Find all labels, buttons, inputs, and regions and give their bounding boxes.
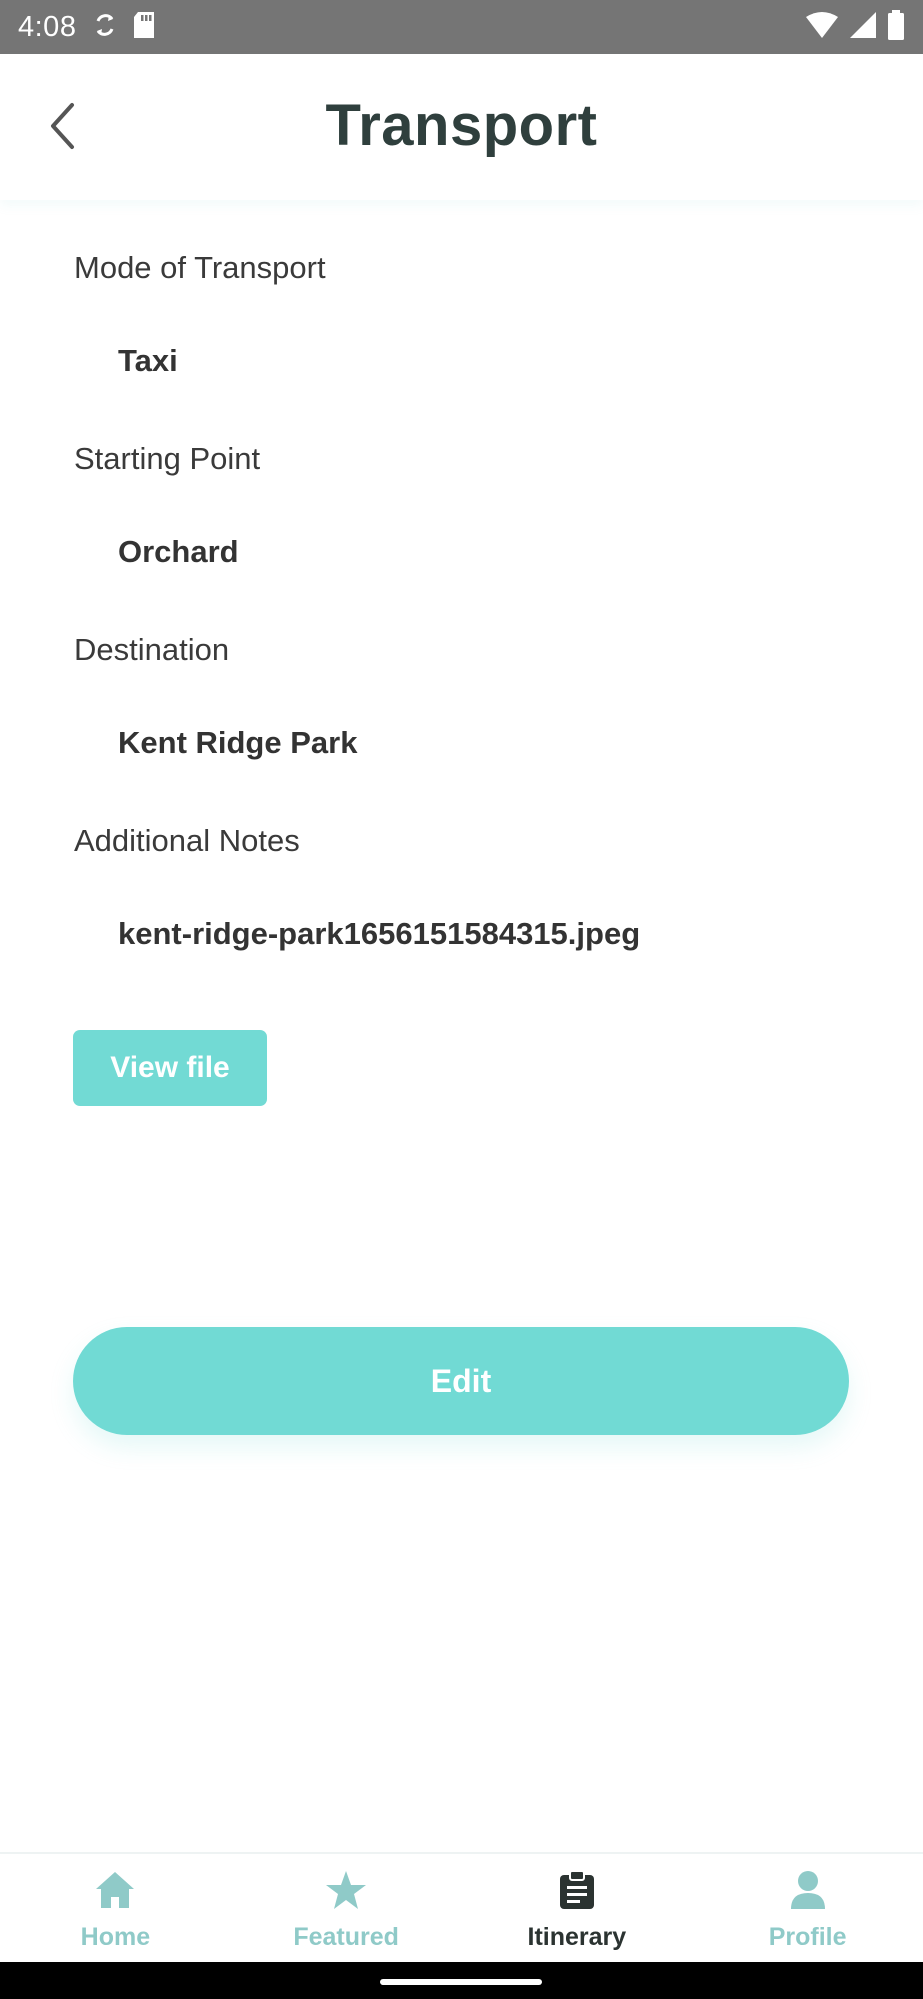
field-label-mode: Mode of Transport xyxy=(74,250,326,285)
nav-label-featured: Featured xyxy=(293,1923,399,1951)
status-bar: 4:08 xyxy=(0,0,923,54)
cellular-signal-icon xyxy=(849,11,877,44)
field-value-mode: Taxi xyxy=(118,343,178,378)
field-value-destination: Kent Ridge Park xyxy=(118,725,358,760)
status-right-icons xyxy=(805,9,905,45)
field-label-additional-notes: Additional Notes xyxy=(74,823,300,858)
wifi-icon xyxy=(805,11,839,44)
field-label-starting-point: Starting Point xyxy=(74,441,261,476)
nav-item-profile[interactable]: Profile xyxy=(692,1854,923,1962)
battery-icon xyxy=(887,9,905,45)
field-value-starting-point: Orchard xyxy=(118,534,239,569)
field-label-destination: Destination xyxy=(74,632,230,667)
nav-label-home: Home xyxy=(80,1923,151,1951)
field-value-additional-notes: kent-ridge-park1656151584315.jpeg xyxy=(118,916,641,951)
nav-label-profile: Profile xyxy=(768,1923,847,1951)
sync-icon xyxy=(94,12,116,43)
home-gesture-handle[interactable] xyxy=(380,1979,542,1985)
nav-item-itinerary[interactable]: Itinerary xyxy=(462,1854,693,1962)
view-file-button[interactable]: View file xyxy=(73,1030,267,1106)
status-time: 4:08 xyxy=(18,10,77,43)
nav-item-featured[interactable]: Featured xyxy=(231,1854,462,1962)
user-icon xyxy=(790,1870,826,1915)
home-icon xyxy=(94,1870,136,1915)
nav-item-home[interactable]: Home xyxy=(0,1854,231,1962)
sd-card-icon xyxy=(132,11,156,44)
system-gesture-bar xyxy=(0,1962,923,1999)
edit-button[interactable]: Edit xyxy=(73,1327,849,1435)
page-title: Transport xyxy=(325,93,598,158)
star-icon xyxy=(325,1870,367,1915)
clipboard-icon xyxy=(559,1870,595,1915)
nav-label-itinerary: Itinerary xyxy=(527,1923,627,1951)
app-header: Transport xyxy=(0,54,923,200)
bottom-nav: Home Featured Itinerary Profile xyxy=(0,1852,923,1962)
